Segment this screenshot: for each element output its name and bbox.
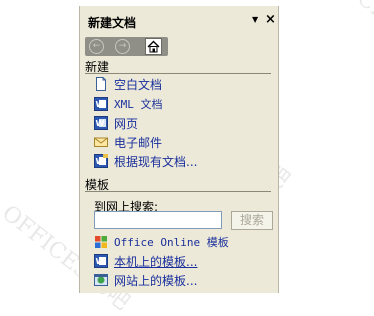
web-page-icon: W (94, 116, 108, 130)
template-item-label: Office Online 模板 (114, 236, 229, 249)
new-blank-document-link[interactable]: 空白文档 (94, 75, 162, 93)
task-pane: 新建文档 ▼ × ← → 新建 空白文档 W XML 文档 W 网页 电子邮件 … (79, 6, 279, 293)
local-templates-icon: W (94, 254, 108, 268)
website-templates-icon (94, 273, 108, 287)
email-icon (94, 135, 108, 149)
pane-navigation-bar: ← → (85, 37, 168, 56)
new-email-link[interactable]: 电子邮件 (94, 133, 162, 151)
blank-document-icon (94, 77, 108, 91)
forward-arrow-icon[interactable]: → (115, 39, 130, 54)
svg-text:W: W (96, 100, 105, 109)
new-item-label: 空白文档 (114, 77, 163, 92)
home-icon[interactable] (145, 38, 162, 55)
svg-text:W: W (96, 157, 105, 166)
section-new-divider (85, 73, 271, 74)
pane-menu-dropdown-icon[interactable]: ▼ (252, 15, 258, 24)
template-item-label: 网站上的模板... (114, 273, 198, 288)
new-item-label: XML 文档 (114, 98, 163, 111)
close-icon[interactable]: × (265, 12, 276, 27)
back-arrow-icon[interactable]: ← (89, 39, 104, 54)
search-button[interactable]: 搜索 (231, 211, 273, 230)
new-item-label: 网页 (114, 116, 139, 131)
template-item-label: 本机上的模板... (114, 254, 198, 269)
svg-text:W: W (96, 119, 105, 128)
office-online-icon (94, 235, 108, 249)
svg-text:W: W (96, 257, 105, 266)
new-item-label: 电子邮件 (114, 135, 163, 150)
section-templates-divider (85, 191, 271, 192)
watermark-text: OFFICE365吧 (307, 0, 374, 66)
office-online-templates-link[interactable]: Office Online 模板 (94, 233, 229, 251)
new-web-page-link[interactable]: W 网页 (94, 114, 138, 132)
xml-document-icon: W (94, 97, 108, 111)
local-templates-link[interactable]: W 本机上的模板... (94, 252, 197, 270)
website-templates-link[interactable]: 网站上的模板... (94, 271, 197, 289)
new-item-label: 根据现有文档... (114, 154, 198, 169)
new-from-existing-link[interactable]: W 根据现有文档... (94, 152, 197, 170)
pane-title: 新建文档 (88, 16, 137, 30)
new-xml-document-link[interactable]: W XML 文档 (94, 95, 163, 113)
search-input[interactable] (94, 211, 222, 229)
existing-document-icon: W (94, 154, 108, 168)
